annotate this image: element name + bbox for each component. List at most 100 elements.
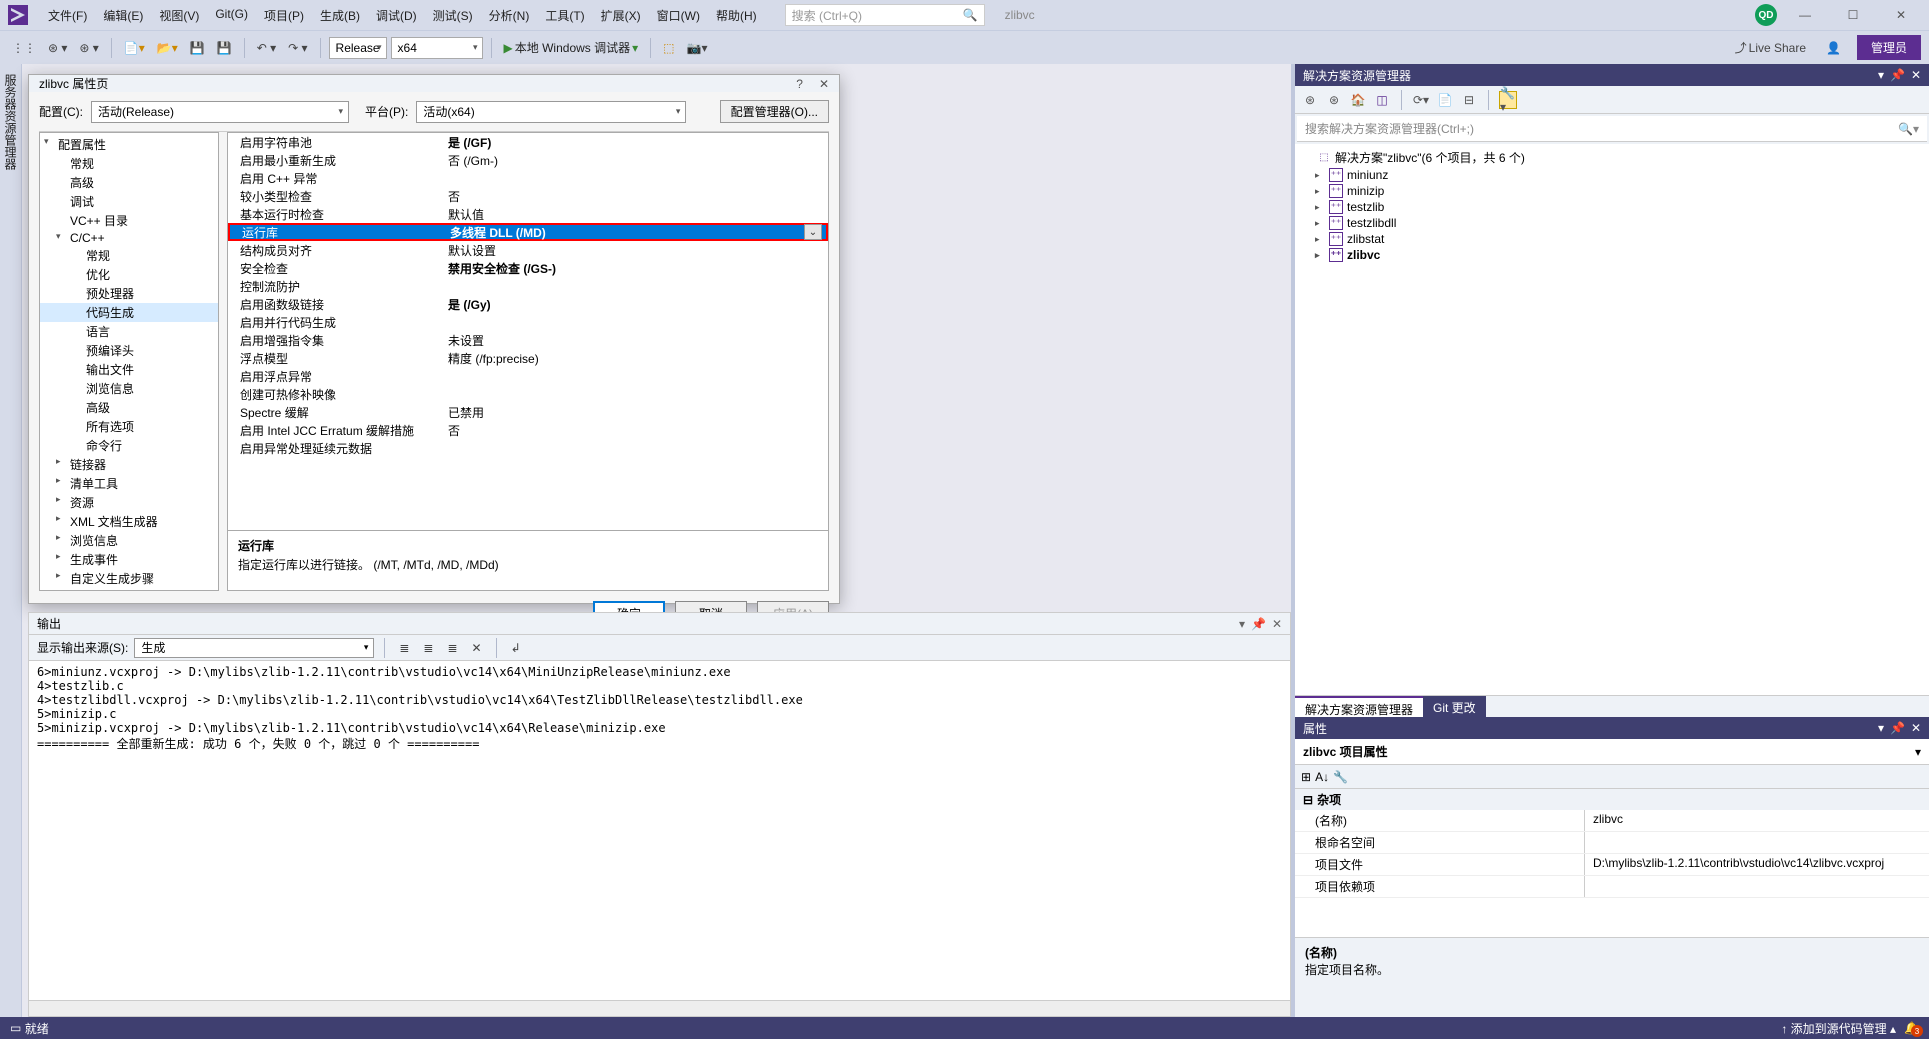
props-az-icon[interactable]: A↓ (1315, 770, 1329, 784)
close-button[interactable]: ✕ (1881, 4, 1921, 26)
out-clear-icon[interactable]: ✕ (468, 639, 486, 657)
new-project-button[interactable]: 📄▾ (120, 39, 149, 57)
sol-show-icon[interactable]: 📄 (1436, 91, 1454, 109)
menu-item[interactable]: 项目(P) (256, 3, 312, 28)
platform-combo[interactable]: 活动(x64) (416, 101, 686, 123)
menu-item[interactable]: 视图(V) (151, 3, 207, 28)
global-search-input[interactable]: 搜索 (Ctrl+Q) 🔍 (785, 4, 985, 26)
notifications-icon[interactable]: 🔔3 (1904, 1021, 1919, 1035)
save-all-button[interactable]: 💾 (213, 39, 236, 57)
tree-node[interactable]: 代码生成 (40, 303, 218, 322)
output-source-combo[interactable]: 生成 (134, 638, 374, 658)
project-node[interactable]: ▸⁺⁺miniunz (1295, 167, 1929, 183)
grid-row[interactable]: 启用 C++ 异常 (228, 169, 828, 187)
props-cat-icon[interactable]: ⊞ (1301, 770, 1311, 784)
property-grid[interactable]: 启用字符串池是 (/GF)启用最小重新生成否 (/Gm-)启用 C++ 异常较小… (227, 132, 829, 531)
back-button[interactable]: ⊛ ▾ (44, 39, 71, 57)
menu-item[interactable]: 文件(F) (40, 3, 95, 28)
config-dropdown[interactable]: Release (329, 37, 387, 59)
tab-git-changes[interactable]: Git 更改 (1423, 696, 1486, 717)
out-tool-3[interactable]: ≣ (443, 639, 461, 657)
grid-row[interactable]: 启用函数级链接是 (/Gy) (228, 295, 828, 313)
tree-node[interactable]: 预编译头 (40, 341, 218, 360)
output-dropdown-icon[interactable]: ▾ (1239, 617, 1245, 631)
minimize-button[interactable]: — (1785, 4, 1825, 26)
toolbar-extra-1[interactable]: ⬚ (659, 39, 678, 57)
grid-row[interactable]: 运行库多线程 DLL (/MD) (228, 223, 828, 241)
tree-node[interactable]: 高级 (40, 173, 218, 192)
grid-row[interactable]: 启用并行代码生成 (228, 313, 828, 331)
tree-node[interactable]: 优化 (40, 265, 218, 284)
project-node[interactable]: ▸⁺⁺zlibstat (1295, 231, 1929, 247)
props-category[interactable]: ⊟ 杂项 (1295, 789, 1929, 810)
output-hscrollbar[interactable] (29, 1000, 1290, 1016)
menu-item[interactable]: Git(G) (207, 3, 256, 28)
project-node[interactable]: ▸⁺⁺testzlibdll (1295, 215, 1929, 231)
tree-node[interactable]: ▾配置属性 (40, 135, 218, 154)
tree-node[interactable]: ▾C/C++ (40, 230, 218, 246)
properties-grid[interactable]: ⊟ 杂项(名称)zlibvc根命名空间项目文件D:\mylibs\zlib-1.… (1295, 789, 1929, 937)
tree-node[interactable]: 所有选项 (40, 417, 218, 436)
output-text[interactable]: 6>miniunz.vcxproj -> D:\mylibs\zlib-1.2.… (29, 661, 1290, 1000)
menu-item[interactable]: 编辑(E) (95, 3, 151, 28)
platform-dropdown[interactable]: x64 (391, 37, 483, 59)
user-avatar[interactable]: QD (1755, 4, 1777, 26)
solution-search-input[interactable]: 搜索解决方案资源管理器(Ctrl+;) 🔍▾ (1297, 116, 1927, 142)
tree-node[interactable]: 预处理器 (40, 284, 218, 303)
props-row[interactable]: 根命名空间 (1295, 832, 1929, 854)
feedback-icon[interactable]: 👤 (1822, 39, 1845, 57)
props-row[interactable]: 项目依赖项 (1295, 876, 1929, 898)
tree-node[interactable]: ▸链接器 (40, 455, 218, 474)
forward-button[interactable]: ⊛ ▾ (75, 39, 102, 57)
properties-subject[interactable]: zlibvc 项目属性▾ (1295, 739, 1929, 765)
tree-node[interactable]: 浏览信息 (40, 379, 218, 398)
grid-row[interactable]: Spectre 缓解已禁用 (228, 403, 828, 421)
liveshare-button[interactable]: ⤴ Live Share (1731, 37, 1810, 58)
tree-node[interactable]: 常规 (40, 154, 218, 173)
output-close-icon[interactable]: ✕ (1272, 617, 1282, 631)
menu-item[interactable]: 窗口(W) (649, 3, 708, 28)
undo-button[interactable]: ↶ ▾ (253, 39, 280, 57)
start-debug-button[interactable]: ▶ 本地 Windows 调试器 ▾ (500, 37, 643, 58)
tree-node[interactable]: 常规 (40, 246, 218, 265)
help-icon[interactable]: ? (796, 77, 803, 91)
grid-row[interactable]: 启用最小重新生成否 (/Gm-) (228, 151, 828, 169)
panel-close-icon[interactable]: ✕ (1911, 68, 1921, 82)
menu-item[interactable]: 调试(D) (368, 3, 425, 28)
sol-home-icon[interactable]: 🏠 (1349, 91, 1367, 109)
grid-row[interactable]: 基本运行时检查默认值 (228, 205, 828, 223)
tree-node[interactable]: ▸XML 文档生成器 (40, 512, 218, 531)
grid-row[interactable]: 启用字符串池是 (/GF) (228, 133, 828, 151)
tree-node[interactable]: VC++ 目录 (40, 211, 218, 230)
toolbar-extra-2[interactable]: 📷▾ (683, 39, 712, 57)
menu-item[interactable]: 工具(T) (537, 3, 592, 28)
out-tool-1[interactable]: ≣ (395, 639, 413, 657)
grid-row[interactable]: 启用 Intel JCC Erratum 缓解措施否 (228, 421, 828, 439)
sol-collapse-icon[interactable]: ⊟ (1460, 91, 1478, 109)
property-tree[interactable]: ▾配置属性常规高级调试VC++ 目录▾C/C++常规优化预处理器代码生成语言预编… (39, 132, 219, 591)
sol-back-icon[interactable]: ⊛ (1301, 91, 1319, 109)
props-row[interactable]: (名称)zlibvc (1295, 810, 1929, 832)
sol-switch-icon[interactable]: ◫ (1373, 91, 1391, 109)
source-control-button[interactable]: ↑ 添加到源代码管理 ▴ (1781, 1020, 1896, 1037)
redo-button[interactable]: ↷ ▾ (284, 39, 311, 57)
tree-node[interactable]: ▸自定义生成步骤 (40, 569, 218, 588)
menu-item[interactable]: 生成(B) (312, 3, 368, 28)
project-node[interactable]: ▸⁺⁺minizip (1295, 183, 1929, 199)
props-wrench-icon[interactable]: 🔧 (1333, 770, 1348, 784)
panel-dropdown-icon[interactable]: ▾ (1878, 68, 1884, 82)
grid-row[interactable]: 启用浮点异常 (228, 367, 828, 385)
grid-row[interactable]: 控制流防护 (228, 277, 828, 295)
solution-tree[interactable]: ⬚解决方案"zlibvc"(6 个项目，共 6 个)▸⁺⁺miniunz▸⁺⁺m… (1295, 144, 1929, 695)
out-wrap-icon[interactable]: ↲ (507, 639, 525, 657)
sol-wrench-icon[interactable]: 🔧▾ (1499, 91, 1517, 109)
panel-pin-icon[interactable]: 📌 (1890, 68, 1905, 82)
menu-item[interactable]: 扩展(X) (593, 3, 649, 28)
tree-node[interactable]: ▸资源 (40, 493, 218, 512)
output-pin-icon[interactable]: 📌 (1251, 617, 1266, 631)
tree-node[interactable]: ▸清单工具 (40, 474, 218, 493)
tree-node[interactable]: 调试 (40, 192, 218, 211)
grid-row[interactable]: 创建可热修补映像 (228, 385, 828, 403)
menu-item[interactable]: 分析(N) (481, 3, 538, 28)
tree-node[interactable]: 输出文件 (40, 360, 218, 379)
